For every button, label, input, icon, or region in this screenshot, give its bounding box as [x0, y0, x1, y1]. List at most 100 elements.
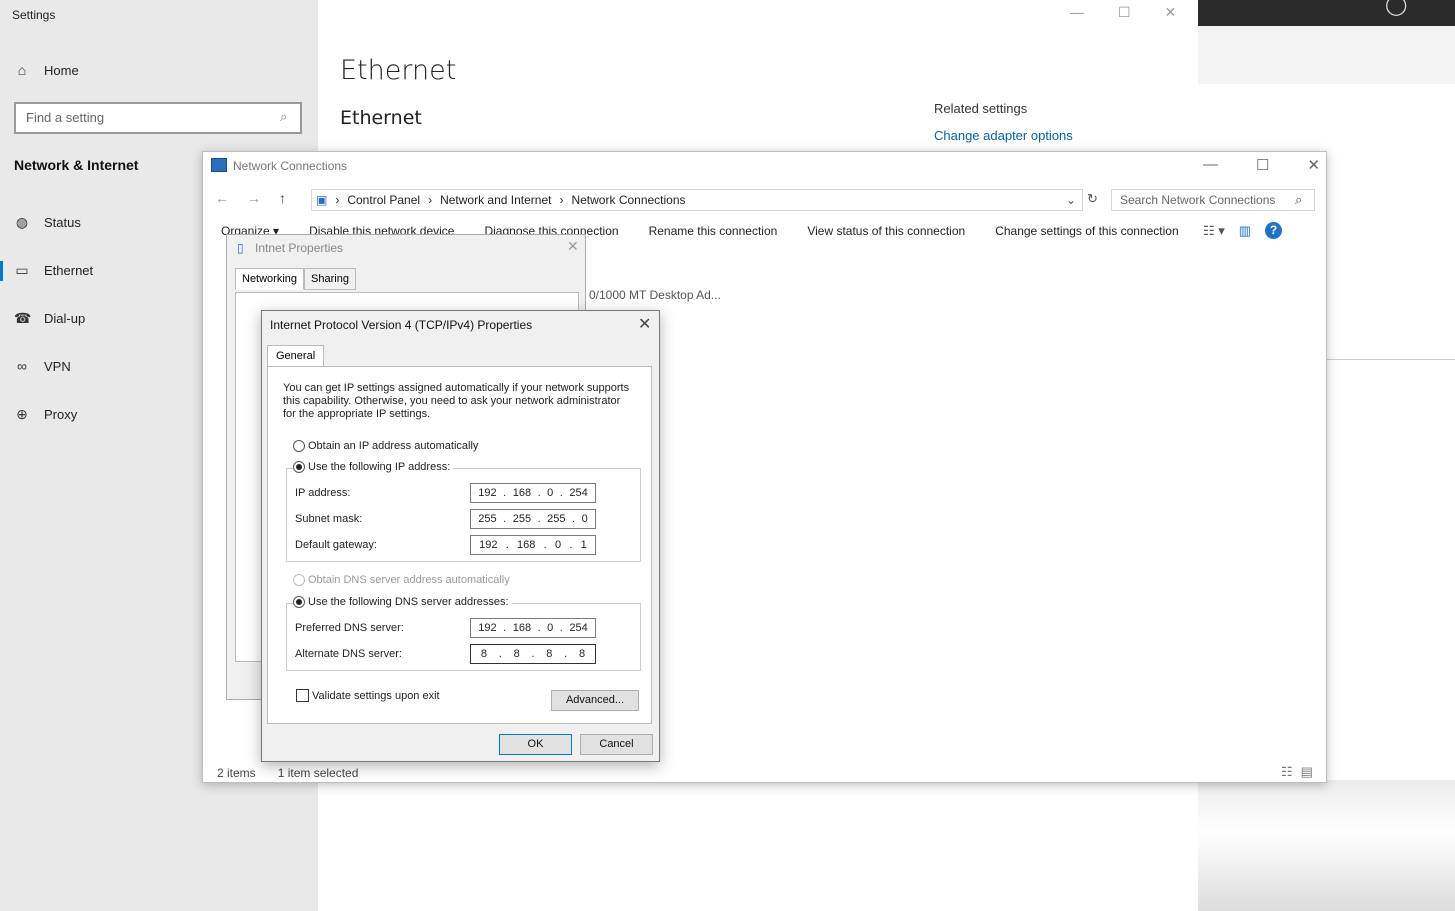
chevron-down-icon[interactable]: ⌄: [1066, 193, 1082, 207]
search-icon: ⌕: [1295, 192, 1303, 207]
advanced-button[interactable]: Advanced...: [551, 690, 639, 711]
nav-home-label: Home: [44, 62, 79, 78]
nav-ethernet[interactable]: ▭ Ethernet: [14, 262, 93, 279]
default-gateway-label: Default gateway:: [295, 539, 377, 551]
navigation-buttons: ← → ↑: [215, 190, 286, 206]
selected-indicator: [0, 261, 3, 281]
radio-indicator: [293, 574, 305, 586]
settings-window-controls: — ☐ ✕: [1070, 4, 1176, 21]
selection-count: 1 item selected: [277, 766, 359, 780]
minimize-icon[interactable]: —: [1203, 156, 1218, 174]
breadcrumb-control-panel[interactable]: Control Panel: [347, 193, 420, 207]
close-icon[interactable]: ✕: [1307, 156, 1320, 174]
tiles-view-icon[interactable]: ▤: [1301, 764, 1313, 780]
layout-icons: ☷ ▤: [1281, 764, 1313, 780]
change-settings-button[interactable]: Change settings of this connection: [995, 224, 1178, 238]
preview-pane-icon[interactable]: ▥: [1239, 223, 1251, 239]
radio-indicator: [293, 461, 305, 473]
nav-status[interactable]: ◍ Status: [14, 214, 81, 231]
up-arrow-icon[interactable]: ↑: [279, 190, 286, 206]
related-settings-heading: Related settings: [934, 101, 1028, 116]
globe-status-icon: ◍: [15, 214, 29, 230]
ip-address-field[interactable]: 192. 168. 0. 254: [470, 483, 596, 503]
nav-vpn-label: VPN: [44, 358, 71, 374]
use-following-dns-radio[interactable]: Use the following DNS server addresses:: [293, 596, 512, 608]
close-icon[interactable]: ✕: [567, 238, 579, 255]
back-arrow-icon[interactable]: ←: [215, 190, 229, 206]
section-title: Network & Internet: [14, 157, 139, 173]
find-setting-input[interactable]: Find a setting: [14, 102, 302, 134]
user-icon: ◯: [1385, 0, 1408, 16]
cancel-button[interactable]: Cancel: [580, 734, 653, 755]
breadcrumb-network-internet[interactable]: Network and Internet: [440, 193, 551, 207]
dialup-icon: ☎: [14, 310, 32, 326]
close-icon[interactable]: ✕: [1165, 4, 1177, 21]
obtain-dns-auto-radio[interactable]: Obtain DNS server address automatically: [293, 574, 510, 586]
nav-vpn[interactable]: ∞ VPN: [14, 358, 71, 374]
ethernet-icon: ▭: [15, 262, 29, 278]
preferred-dns-field[interactable]: 192. 168. 0. 254: [470, 618, 596, 638]
minimize-icon[interactable]: —: [1070, 4, 1084, 21]
ipv4-properties-dialog: Internet Protocol Version 4 (TCP/IPv4) P…: [261, 310, 660, 762]
window-title: Network Connections: [233, 159, 348, 173]
vpn-icon: ∞: [17, 358, 27, 374]
background-panel: [1198, 26, 1455, 84]
tab-networking[interactable]: Networking: [235, 268, 305, 290]
home-icon: ⌂: [17, 62, 27, 78]
view-status-button[interactable]: View status of this connection: [807, 224, 965, 238]
nav-dialup[interactable]: ☎ Dial-up: [14, 310, 85, 327]
address-bar[interactable]: ▣ › Control Panel › Network and Internet…: [311, 189, 1083, 211]
globe-icon: ⊕: [16, 406, 28, 422]
alternate-dns-field[interactable]: 8.8.8.8: [470, 644, 596, 664]
description-text: You can get IP settings assigned automat…: [283, 382, 630, 420]
page-subtitle: Ethernet: [340, 107, 422, 129]
ok-button[interactable]: OK: [499, 734, 572, 755]
radio-label: Obtain an IP address automatically: [308, 440, 479, 452]
network-connections-icon: [211, 158, 227, 172]
forward-arrow-icon[interactable]: →: [247, 190, 261, 206]
rename-button[interactable]: Rename this connection: [649, 224, 778, 238]
nav-home[interactable]: ⌂ Home: [14, 62, 79, 78]
obtain-ip-auto-radio[interactable]: Obtain an IP address automatically: [293, 440, 478, 452]
tab-general[interactable]: General: [267, 345, 325, 366]
tab-bar: Networking Sharing: [235, 268, 356, 290]
use-following-ip-radio[interactable]: Use the following IP address:: [293, 461, 454, 473]
control-panel-icon: ▣: [316, 193, 328, 207]
maximize-icon[interactable]: ☐: [1118, 4, 1131, 21]
checkbox-label: Validate settings upon exit: [312, 689, 440, 702]
search-icon: ⌕: [280, 109, 288, 124]
page-title: Ethernet: [340, 55, 457, 86]
change-adapter-options-link[interactable]: Change adapter options: [934, 128, 1073, 143]
view-controls: ☷ ▾ ▥ ?: [1203, 222, 1283, 239]
nav-proxy[interactable]: ⊕ Proxy: [14, 406, 77, 423]
default-gateway-field[interactable]: 192. 168. 0. 1: [470, 535, 596, 555]
checkbox-indicator: [296, 689, 309, 702]
tab-sharing[interactable]: Sharing: [304, 268, 356, 290]
subnet-mask-field[interactable]: 255. 255. 255. 0: [470, 509, 596, 529]
preferred-dns-label: Preferred DNS server:: [295, 622, 404, 634]
ip-address-label: IP address:: [295, 487, 351, 499]
search-network-connections-input[interactable]: Search Network Connections: [1111, 189, 1315, 211]
validate-settings-checkbox[interactable]: Validate settings upon exit: [296, 689, 440, 702]
window-controls: — ☐ ✕: [1203, 156, 1320, 174]
adapter-description[interactable]: 0/1000 MT Desktop Ad...: [589, 288, 721, 302]
breadcrumb-network-connections[interactable]: Network Connections: [571, 193, 685, 207]
item-count: 2 items: [217, 766, 256, 780]
maximize-icon[interactable]: ☐: [1256, 156, 1269, 174]
dialog-title: Internet Protocol Version 4 (TCP/IPv4) P…: [270, 318, 533, 332]
nav-dialup-label: Dial-up: [44, 311, 86, 326]
nav-proxy-label: Proxy: [44, 407, 78, 422]
help-icon[interactable]: ?: [1265, 222, 1283, 239]
alternate-dns-label: Alternate DNS server:: [295, 648, 402, 660]
nav-status-label: Status: [44, 215, 81, 230]
dialog-title: Intnet Properties: [255, 241, 344, 255]
radio-label: Use the following DNS server addresses:: [308, 596, 509, 608]
radio-label: Use the following IP address:: [308, 461, 451, 473]
close-icon[interactable]: ✕: [638, 314, 651, 334]
refresh-icon[interactable]: ↻: [1087, 191, 1098, 207]
radio-indicator: [293, 440, 305, 452]
view-options-icon[interactable]: ☷ ▾: [1203, 223, 1225, 239]
details-view-icon[interactable]: ☷: [1281, 764, 1293, 780]
radio-indicator: [293, 596, 305, 608]
adapter-icon: ▯: [237, 241, 244, 255]
